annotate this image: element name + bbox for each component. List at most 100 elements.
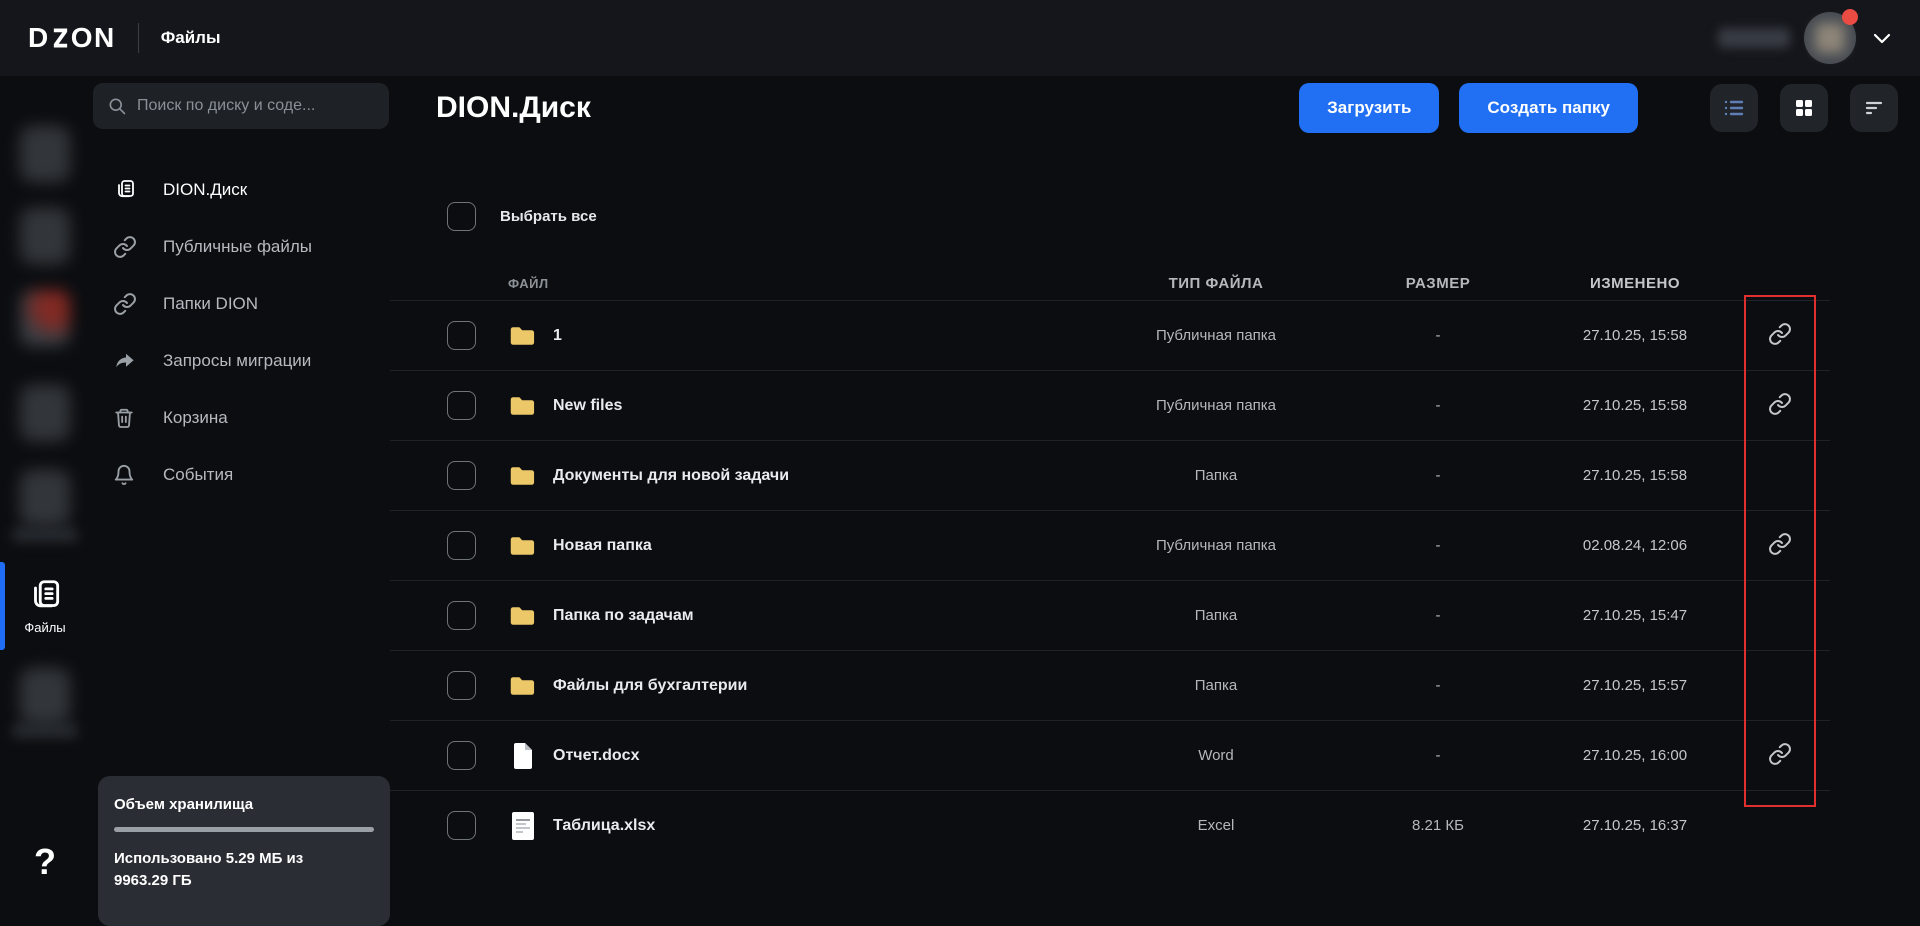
search-icon: [107, 96, 127, 116]
copy-link-button[interactable]: [1765, 321, 1795, 351]
storage-title: Объем хранилища: [114, 796, 374, 813]
row-checkbox[interactable]: [447, 321, 476, 350]
logo-text-left: D: [28, 22, 50, 54]
sidebar-item-1[interactable]: Публичные файлы: [90, 218, 390, 275]
files-icon: [26, 577, 64, 615]
table-row[interactable]: Отчет.docx Word - 27.10.25, 16:00: [390, 720, 1830, 790]
sort-icon: [1862, 96, 1886, 120]
file-modified: 27.10.25, 15:57: [1540, 677, 1730, 694]
sidebar-item-5[interactable]: События: [90, 446, 390, 503]
file-name[interactable]: 1: [553, 327, 1096, 345]
file-name[interactable]: Отчет.docx: [553, 747, 1096, 765]
rail-app-blurred-label: [12, 528, 78, 542]
file-name[interactable]: Таблица.xlsx: [553, 817, 1096, 835]
chevron-down-icon[interactable]: [1870, 26, 1894, 50]
file-size: -: [1336, 607, 1540, 624]
storage-usage: Использовано 5.29 МБ из 9963.29 ГБ: [114, 848, 374, 892]
table-row[interactable]: Новая папка Публичная папка - 02.08.24, …: [390, 510, 1830, 580]
row-checkbox[interactable]: [447, 671, 476, 700]
notification-dot: [1842, 9, 1858, 25]
rail-app-blurred-3[interactable]: [20, 290, 70, 346]
copy-link-button[interactable]: [1765, 741, 1795, 771]
file-size: -: [1336, 677, 1540, 694]
link-icon: [1768, 532, 1792, 559]
search-input[interactable]: [137, 97, 375, 115]
table-row[interactable]: Таблица.xlsx Excel 8.21 КБ 27.10.25, 16:…: [390, 790, 1830, 860]
rail-app-blurred-4[interactable]: [20, 385, 70, 441]
rail-app-blurred-6[interactable]: [20, 668, 70, 724]
logo-text-right: ON: [71, 22, 116, 54]
table-row[interactable]: New files Публичная папка - 27.10.25, 15…: [390, 370, 1830, 440]
rail-app-blurred-5[interactable]: [20, 470, 70, 526]
topbar-app-label: Файлы: [161, 28, 221, 48]
files-table: ФАЙЛ ТИП ФАЙЛА РАЗМЕР ИЗМЕНЕНО 1 Публичн…: [390, 266, 1830, 860]
folder-icon: [508, 534, 538, 558]
file-name[interactable]: Папка по задачам: [553, 607, 1096, 625]
list-view-button[interactable]: [1710, 84, 1758, 132]
copy-link-button[interactable]: [1765, 531, 1795, 561]
sidebar-item-0[interactable]: DION.Диск: [90, 161, 390, 218]
rail-item-label: Файлы: [24, 620, 65, 635]
file-type: Папка: [1096, 467, 1336, 484]
help-button[interactable]: ?: [0, 841, 90, 883]
file-type: Публичная папка: [1096, 537, 1336, 554]
avatar[interactable]: [1804, 12, 1856, 64]
select-all-checkbox[interactable]: [447, 202, 476, 231]
folder-icon: [508, 324, 538, 348]
row-checkbox[interactable]: [447, 811, 476, 840]
rail-app-blurred-1[interactable]: [20, 126, 70, 182]
file-modified: 27.10.25, 16:37: [1540, 817, 1730, 834]
table-row[interactable]: Папка по задачам Папка - 27.10.25, 15:47: [390, 580, 1830, 650]
file-modified: 27.10.25, 15:58: [1540, 327, 1730, 344]
table-row[interactable]: 1 Публичная папка - 27.10.25, 15:58: [390, 300, 1830, 370]
list-view-icon: [1722, 96, 1746, 120]
sidebar-item-label: Публичные файлы: [163, 237, 312, 257]
file-size: -: [1336, 537, 1540, 554]
folder-icon: [508, 464, 538, 488]
sidebar: DION.Диск Публичные файлы Папки DION Запрос…: [90, 76, 390, 897]
table-row[interactable]: Документы для новой задачи Папка - 27.10…: [390, 440, 1830, 510]
link-icon: [113, 235, 137, 259]
sidebar-item-2[interactable]: Папки DION: [90, 275, 390, 332]
file-size: 8.21 КБ: [1336, 817, 1540, 834]
row-checkbox[interactable]: [447, 741, 476, 770]
file-name[interactable]: New files: [553, 397, 1096, 415]
row-checkbox[interactable]: [447, 601, 476, 630]
storage-usage-line1: Использовано 5.29 МБ из: [114, 848, 374, 870]
storage-panel: Объем хранилища Использовано 5.29 МБ из …: [98, 776, 390, 926]
file-modified: 27.10.25, 15:47: [1540, 607, 1730, 624]
sidebar-item-label: События: [163, 465, 233, 485]
row-checkbox[interactable]: [447, 461, 476, 490]
storage-progress-bar: [114, 827, 374, 832]
bell-icon: [113, 463, 137, 487]
row-checkbox[interactable]: [447, 531, 476, 560]
sidebar-item-4[interactable]: Корзина: [90, 389, 390, 446]
file-size: -: [1336, 467, 1540, 484]
rail-app-blurred-2[interactable]: [20, 208, 70, 264]
create-folder-button[interactable]: Создать папку: [1459, 83, 1638, 133]
file-name[interactable]: Новая папка: [553, 537, 1096, 555]
sidebar-item-3[interactable]: Запросы миграции: [90, 332, 390, 389]
grid-view-button[interactable]: [1780, 84, 1828, 132]
search-box[interactable]: [93, 83, 389, 129]
file-name[interactable]: Документы для новой задачи: [553, 467, 1096, 485]
sidebar-item-label: Папки DION: [163, 294, 258, 314]
table-row[interactable]: Файлы для бухгалтерии Папка - 27.10.25, …: [390, 650, 1830, 720]
active-indicator-bar: [0, 562, 5, 650]
link-icon: [113, 292, 137, 316]
upload-button[interactable]: Загрузить: [1299, 83, 1439, 133]
rail-app-blurred-label-2: [12, 724, 78, 738]
trash-icon: [113, 406, 137, 430]
row-checkbox[interactable]: [447, 391, 476, 420]
folder-icon: [508, 674, 538, 698]
file-name[interactable]: Файлы для бухгалтерии: [553, 677, 1096, 695]
folder-icon: [508, 394, 538, 418]
sidebar-item-label: DION.Диск: [163, 180, 247, 200]
select-all-label: Выбрать все: [500, 208, 597, 225]
file-size: -: [1336, 397, 1540, 414]
rail-item-files[interactable]: Файлы: [0, 560, 90, 652]
file-modified: 27.10.25, 15:58: [1540, 397, 1730, 414]
file-type: Папка: [1096, 607, 1336, 624]
sort-button[interactable]: [1850, 84, 1898, 132]
copy-link-button[interactable]: [1765, 391, 1795, 421]
